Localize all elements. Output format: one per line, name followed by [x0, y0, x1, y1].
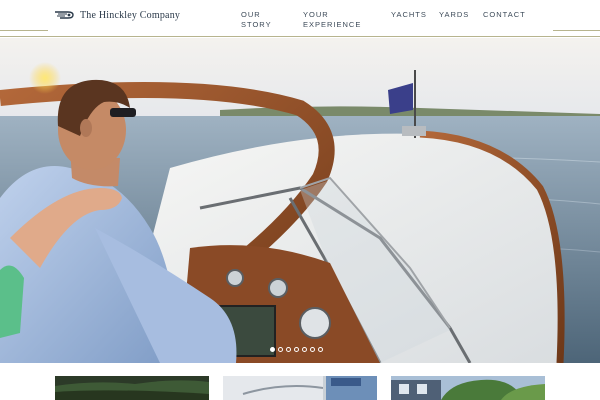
slide-dot-6[interactable] — [310, 347, 315, 352]
feature-thumbnail-1-image — [55, 376, 209, 400]
feature-thumbnail-3-image — [391, 376, 545, 400]
slide-dot-7[interactable] — [318, 347, 323, 352]
hinckley-logo-icon — [55, 11, 74, 19]
nav-yards[interactable]: Yards — [439, 10, 469, 20]
feature-thumbnail-2-image — [223, 376, 377, 400]
brand-logo[interactable]: The Hinckley Company — [54, 8, 180, 22]
nav-your-experience[interactable]: Your Experience — [303, 10, 365, 30]
header-rule-right — [553, 30, 600, 31]
nav-contact[interactable]: Contact — [483, 10, 526, 20]
brand-name: The Hinckley Company — [80, 9, 181, 21]
header-rule-left — [0, 30, 48, 31]
feature-thumbnail-2[interactable] — [223, 376, 377, 400]
slide-dot-2[interactable] — [278, 347, 283, 352]
feature-thumbnail-3[interactable] — [391, 376, 545, 400]
slide-dot-4[interactable] — [294, 347, 299, 352]
slide-dot-3[interactable] — [286, 347, 291, 352]
site-header: The Hinckley Company Our Story Your Expe… — [0, 0, 600, 38]
hero-image — [0, 38, 600, 363]
slide-dot-5[interactable] — [302, 347, 307, 352]
nav-our-story[interactable]: Our Story — [241, 10, 281, 30]
nav-yachts[interactable]: Yachts — [391, 10, 427, 20]
slideshow-pagination — [270, 347, 323, 352]
slide-dot-1[interactable] — [270, 347, 275, 352]
hero-slideshow[interactable] — [0, 38, 600, 363]
header-rule — [0, 36, 600, 37]
feature-thumbnail-1[interactable] — [55, 376, 209, 400]
